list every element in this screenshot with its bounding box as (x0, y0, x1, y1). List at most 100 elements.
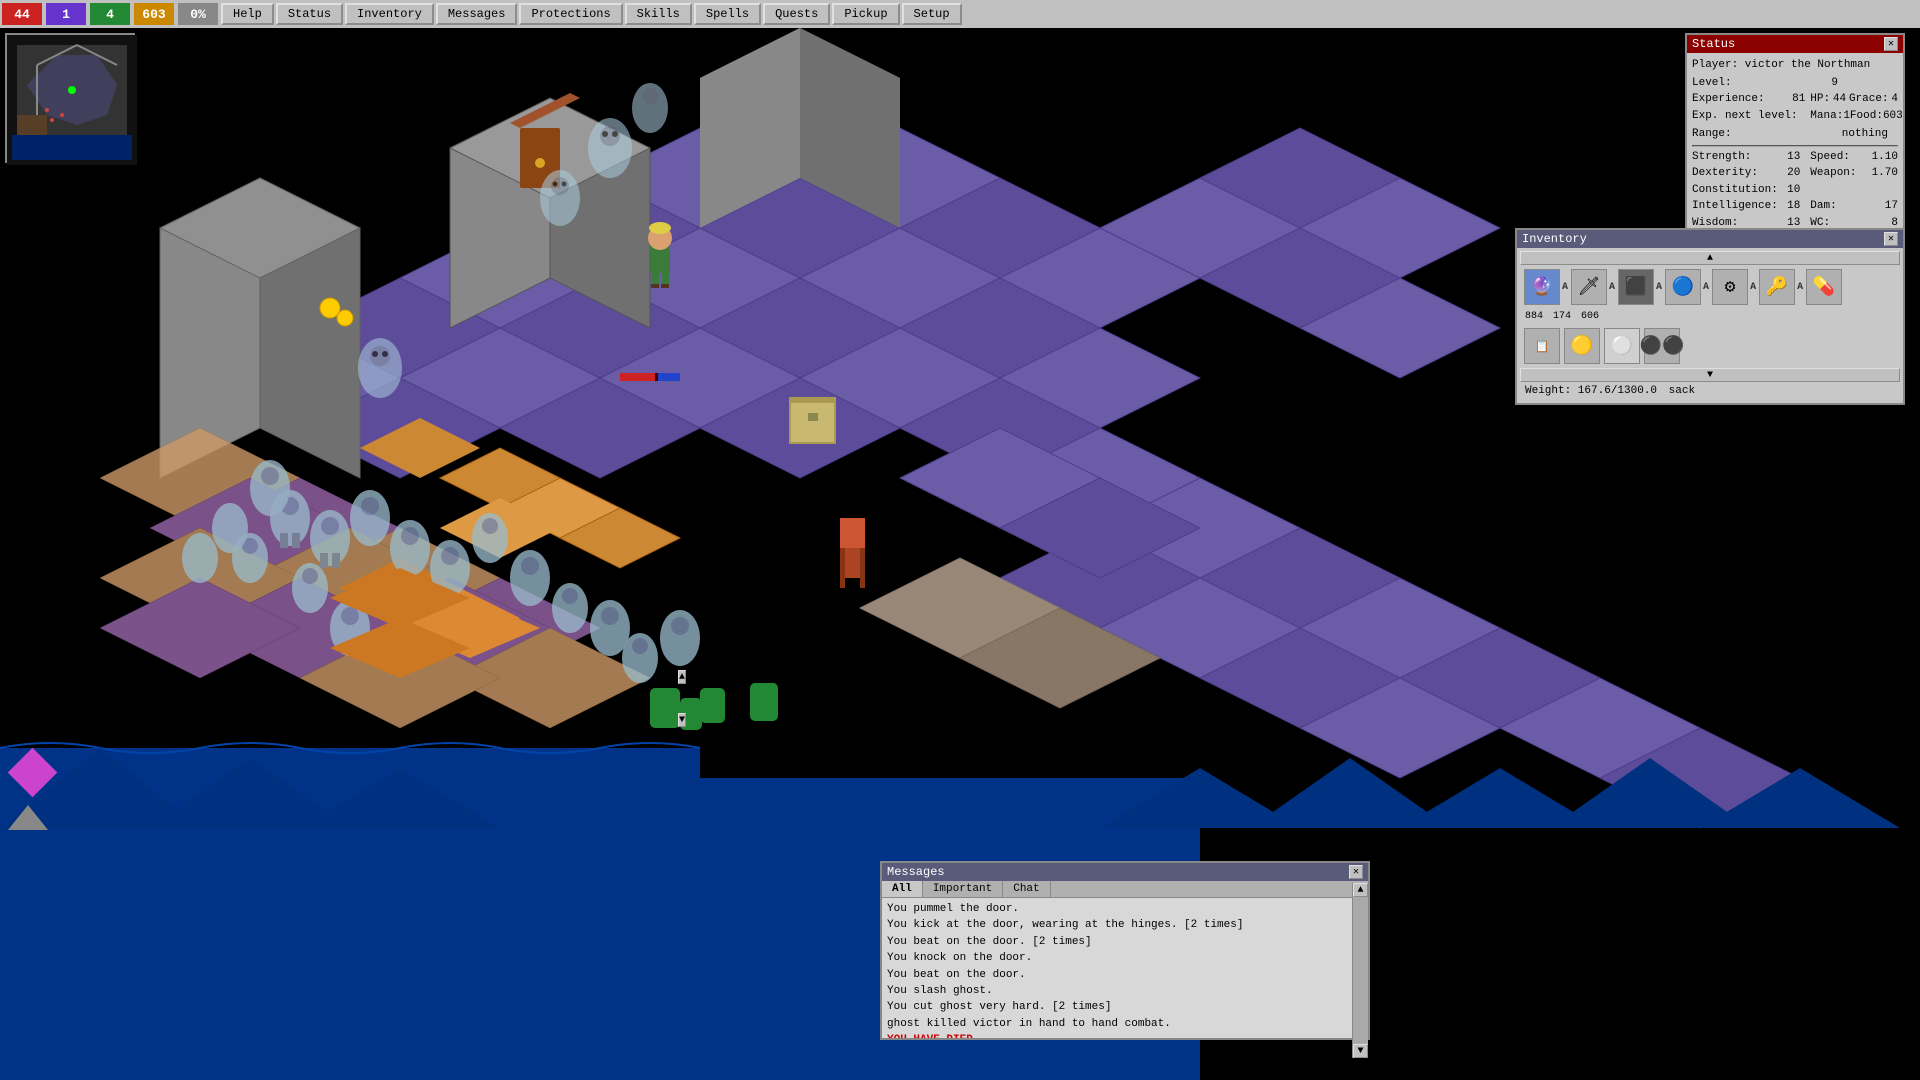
scroll-down-button[interactable]: ▼ (678, 713, 686, 727)
status-close-button[interactable]: ✕ (1884, 37, 1898, 51)
msg-line-2: You beat on the door. [2 times] (887, 935, 1363, 950)
dex-label: Dexterity: (1692, 165, 1758, 182)
range-label: Range: (1692, 126, 1732, 143)
inventory-slot-5[interactable]: 🔑 (1759, 269, 1795, 305)
inventory-slot-2[interactable]: ⬛ (1618, 269, 1654, 305)
mana-label: Mana: (1810, 108, 1843, 125)
con-value: 10 (1787, 182, 1800, 199)
inventory-title-bar[interactable]: Inventory ✕ (1517, 230, 1903, 248)
minimap[interactable] (5, 33, 135, 163)
exp-hp-row: Experience: 81 HP: 44 Grace: 4 (1692, 91, 1898, 108)
tab-important[interactable]: Important (923, 881, 1003, 897)
dex-weapon-row: Dexterity: 20 Weapon: 1.70 (1692, 165, 1898, 182)
skills-button[interactable]: Skills (625, 3, 692, 25)
msg-line-4: You beat on the door. (887, 968, 1363, 983)
range-value: nothing (1842, 126, 1888, 143)
exp-value: 81 (1792, 91, 1805, 108)
status-button[interactable]: Status (276, 3, 343, 25)
msg-line-5: You slash ghost. (887, 984, 1363, 999)
messages-scroll-down[interactable]: ▼ (1353, 1044, 1368, 1058)
speed-label: Speed: (1810, 149, 1850, 166)
hp-stat-value: 44 (1833, 91, 1846, 108)
level-row: Level: 9 (1692, 75, 1898, 92)
scroll-up-button[interactable]: ▲ (678, 670, 686, 684)
inventory-slot-10[interactable]: ⚫⚫ (1644, 328, 1680, 364)
setup-button[interactable]: Setup (902, 3, 962, 25)
mana-badge: 1 (46, 3, 86, 25)
triangle-indicator (8, 805, 48, 830)
menu-bar: 44 1 4 603 0% Help Status Inventory Mess… (0, 0, 1920, 28)
inventory-window: Inventory ✕ ▲ 🔮 A 🗡 A ⬛ A (1515, 228, 1905, 405)
percent-badge: 0% (178, 3, 218, 25)
exp-label: Experience: (1692, 91, 1765, 108)
protections-button[interactable]: Protections (519, 3, 622, 25)
msg-line-1: You kick at the door, wearing at the hin… (887, 918, 1363, 933)
mana-value: 1 (1843, 108, 1850, 125)
status-title-bar[interactable]: Status ✕ (1687, 35, 1903, 53)
weapon-label: Weapon: (1810, 165, 1856, 182)
messages-button[interactable]: Messages (436, 3, 518, 25)
con-row: Constitution: 10 (1692, 182, 1898, 199)
tab-chat[interactable]: Chat (1003, 881, 1050, 897)
exp-section: Experience: 81 (1692, 91, 1805, 108)
con-label: Constitution: (1692, 182, 1778, 199)
tab-all[interactable]: All (882, 881, 923, 897)
strength-speed-row: Strength: 13 Speed: 1.10 (1692, 149, 1898, 166)
hp-label: HP: (1810, 91, 1830, 108)
int-value: 18 (1787, 198, 1800, 215)
messages-tabs: All Important Chat (882, 881, 1368, 898)
hp-badge: 44 (2, 3, 42, 25)
dex-value: 20 (1787, 165, 1800, 182)
weapon-value: 1.70 (1872, 165, 1898, 182)
msg-line-3: You knock on the door. (887, 951, 1363, 966)
inventory-row-1: 🔮 A 🗡 A ⬛ A 🔵 A ⚙ (1520, 265, 1900, 309)
messages-scrollbar: ▲ ▼ (1352, 883, 1368, 1058)
food-value: 603 (1883, 108, 1903, 125)
level-value: 9 (1831, 75, 1838, 92)
inventory-slot-6[interactable]: 💊 (1806, 269, 1842, 305)
inventory-title-label: Inventory (1522, 232, 1587, 246)
inventory-weight: Weight: 167.6/1300.0 sack (1520, 382, 1900, 400)
food-badge: 4 (90, 3, 130, 25)
messages-title-label: Messages (887, 865, 945, 879)
speed-value: 1.10 (1872, 149, 1898, 166)
food-label: Food: (1850, 108, 1883, 125)
pickup-button[interactable]: Pickup (832, 3, 899, 25)
range-row: Range: nothing (1692, 126, 1898, 143)
str-label: Strength: (1692, 149, 1751, 166)
dam-label: Dam: (1810, 198, 1836, 215)
inventory-slot-0[interactable]: 🔮 (1524, 269, 1560, 305)
grace-value: 4 (1891, 91, 1898, 108)
messages-content[interactable]: You pummel the door. You kick at the doo… (882, 898, 1368, 1038)
msg-line-6: You cut ghost very hard. [2 times] (887, 1000, 1363, 1015)
inventory-scroll-up[interactable]: ▲ (1520, 251, 1900, 265)
spells-button[interactable]: Spells (694, 3, 761, 25)
exp-next-label: Exp. next level: (1692, 110, 1798, 122)
messages-title-bar[interactable]: Messages ✕ (882, 863, 1368, 881)
messages-window: Messages ✕ All Important Chat You pummel… (880, 861, 1370, 1040)
msg-line-8: YOU HAVE DIED. (887, 1033, 1363, 1038)
inventory-row-labels: 884 174 606 (1520, 309, 1900, 324)
gold-badge: 603 (134, 3, 174, 25)
player-name-row: Player: victor the Northman (1692, 57, 1898, 74)
messages-close-button[interactable]: ✕ (1349, 865, 1363, 879)
inventory-slot-7[interactable]: 📋 (1524, 328, 1560, 364)
msg-line-0: You pummel the door. (887, 902, 1363, 917)
inventory-slot-4[interactable]: ⚙ (1712, 269, 1748, 305)
inventory-slot-1[interactable]: 🗡 (1571, 269, 1607, 305)
inventory-close-button[interactable]: ✕ (1884, 232, 1898, 246)
quests-button[interactable]: Quests (763, 3, 830, 25)
help-button[interactable]: Help (221, 3, 274, 25)
hp-section: HP: 44 Grace: 4 (1805, 91, 1898, 108)
int-dam-row: Intelligence: 18 Dam: 17 (1692, 198, 1898, 215)
int-label: Intelligence: (1692, 198, 1778, 215)
inventory-slot-8[interactable]: 🟡 (1564, 328, 1600, 364)
dam-value: 17 (1885, 198, 1898, 215)
inventory-slot-3[interactable]: 🔵 (1665, 269, 1701, 305)
msg-line-7: ghost killed victor in hand to hand comb… (887, 1017, 1363, 1032)
game-viewport[interactable]: ▲ ▼ Status ✕ Player: victor the Northman… (0, 28, 1920, 1080)
inventory-slot-9[interactable]: ⚪ (1604, 328, 1640, 364)
inventory-scroll-down[interactable]: ▼ (1520, 368, 1900, 382)
inventory-button[interactable]: Inventory (345, 3, 434, 25)
messages-scroll-up[interactable]: ▲ (1353, 883, 1368, 897)
